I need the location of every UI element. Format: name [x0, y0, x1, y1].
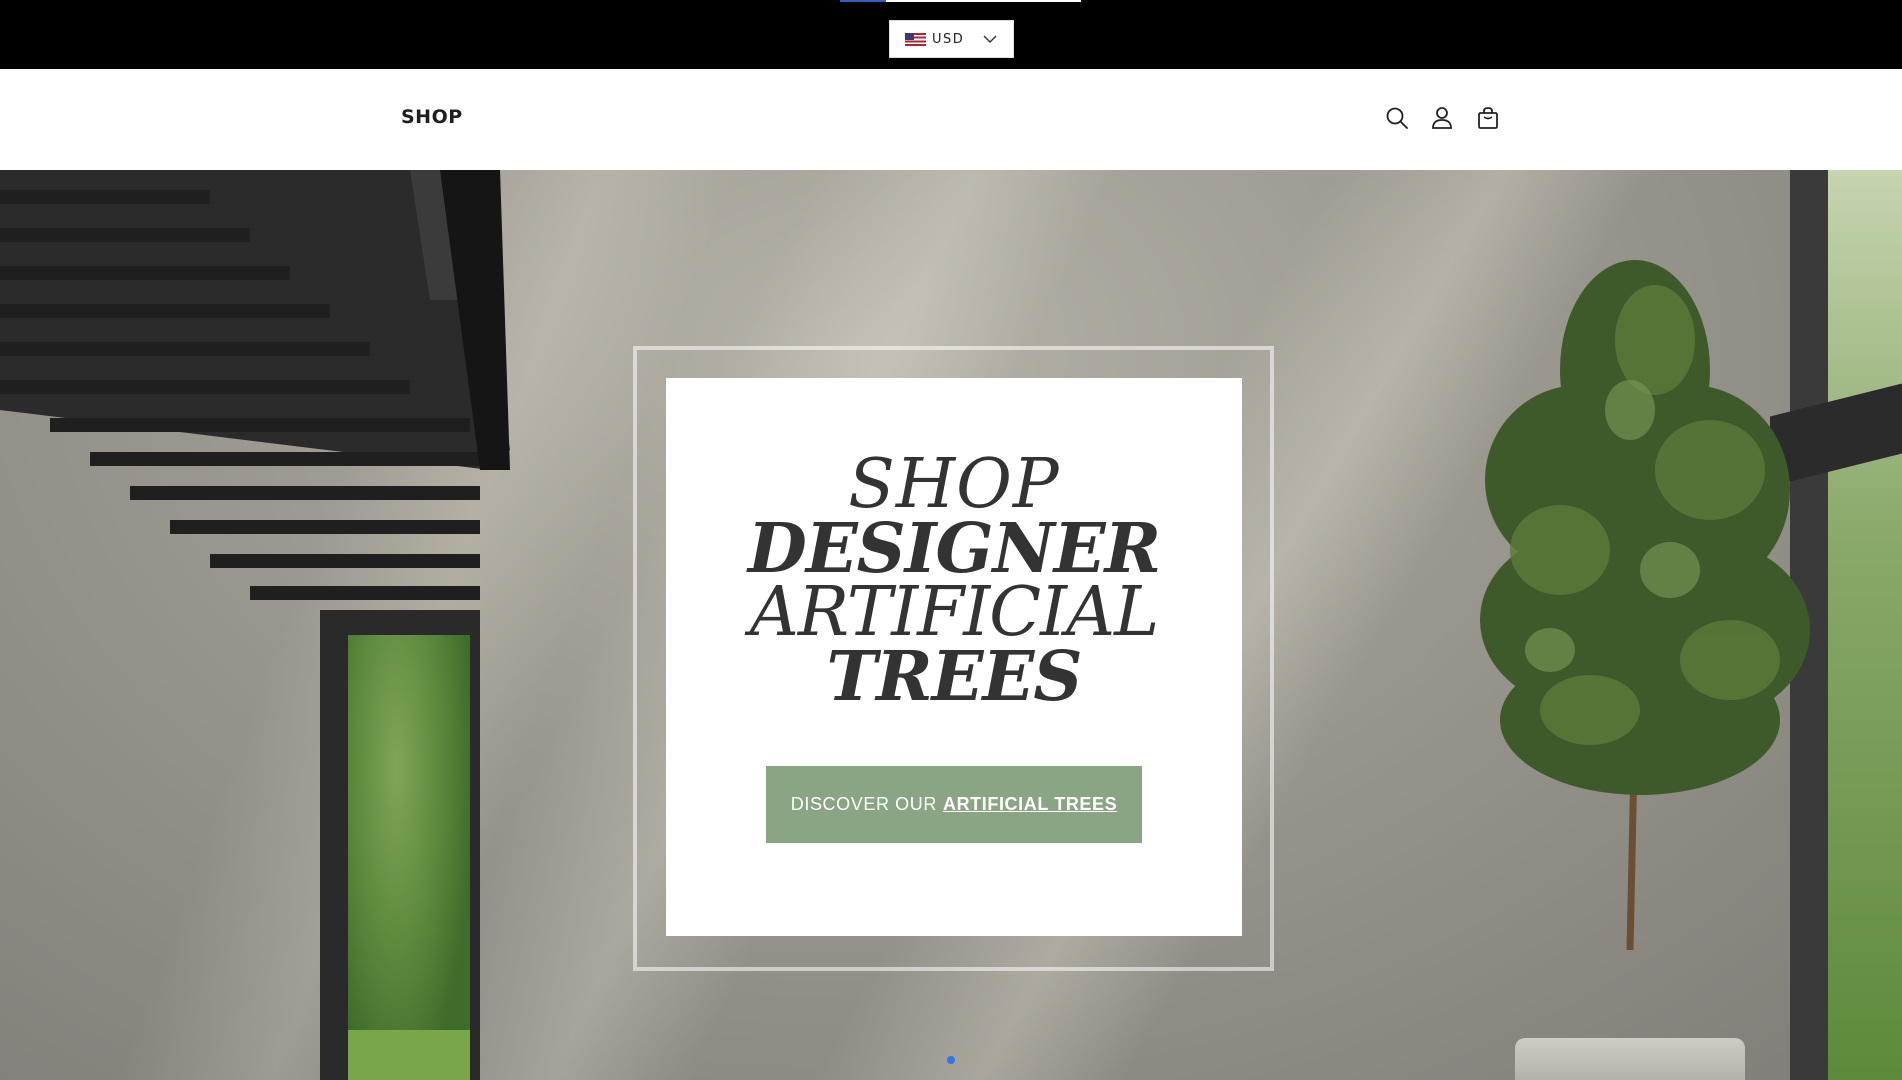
currency-selector[interactable]: USD	[889, 20, 1014, 58]
staircase-illustration	[0, 170, 510, 600]
slideshow-dot-1[interactable]	[947, 1056, 955, 1064]
us-flag-icon	[905, 32, 926, 46]
nav-shop-link[interactable]: SHOP	[401, 106, 463, 128]
announcement-bar: USD	[0, 0, 1902, 69]
cart-button[interactable]	[1475, 105, 1501, 131]
announcement-progress-fill	[840, 0, 886, 2]
cart-icon	[1478, 107, 1498, 129]
search-button[interactable]	[1384, 105, 1410, 131]
hero-slideshow: SHOP DESIGNER ARTIFICIAL TREES DISCOVER …	[0, 170, 1902, 1080]
left-window-grass	[348, 1030, 470, 1080]
account-button[interactable]	[1429, 105, 1455, 131]
hero-card: SHOP DESIGNER ARTIFICIAL TREES DISCOVER …	[666, 378, 1242, 936]
site-header: SHOP	[0, 69, 1902, 170]
right-window-view	[1828, 170, 1902, 1080]
account-icon	[1432, 107, 1452, 129]
potted-tree-illustration	[1480, 260, 1810, 950]
tree-planter	[1515, 1038, 1745, 1080]
left-window-view	[348, 635, 470, 1080]
discover-artificial-trees-button[interactable]: DISCOVER OUR ARTIFICIAL TREES	[766, 766, 1142, 843]
headline-line-4: TREES	[826, 637, 1083, 717]
currency-label: USD	[932, 31, 965, 47]
announcement-progress	[840, 0, 1081, 2]
search-icon	[1386, 107, 1408, 129]
hero-headline: SHOP DESIGNER ARTIFICIAL TREES	[666, 451, 1242, 717]
cta-emphasis: ARTIFICIAL TREES	[942, 794, 1118, 814]
chevron-down-icon	[983, 35, 997, 43]
cta-prefix: DISCOVER OUR	[790, 794, 937, 814]
